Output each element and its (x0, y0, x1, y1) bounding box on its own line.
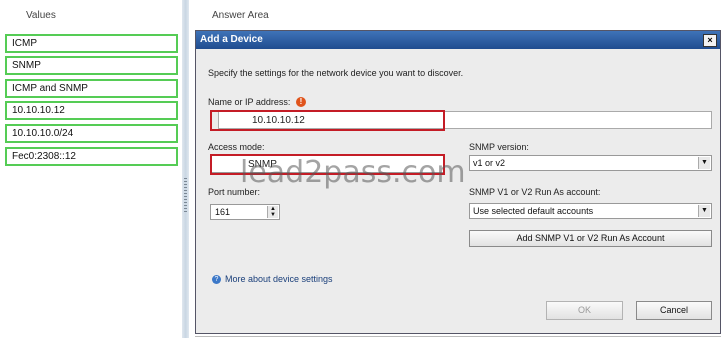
value-item-icmp[interactable]: ICMP (5, 34, 178, 53)
panel-divider[interactable] (182, 0, 189, 338)
answer-area-header: Answer Area (212, 10, 269, 21)
ok-button[interactable]: OK (546, 301, 623, 320)
name-label: Name or IP address: (208, 97, 291, 107)
chevron-down-icon: ▼ (698, 157, 710, 169)
dialog-titlebar: Add a Device × (196, 31, 720, 49)
watermark: lead2pass.com (240, 155, 466, 190)
spinner-arrows-icon[interactable]: ▲ ▼ (267, 206, 278, 218)
value-item-10-10-10-0-24[interactable]: 10.10.10.0/24 (5, 124, 178, 143)
cancel-button[interactable]: Cancel (636, 301, 712, 320)
add-run-as-account-button[interactable]: Add SNMP V1 or V2 Run As Account (469, 230, 712, 247)
snmp-version-select[interactable]: v1 or v2 ▼ (469, 155, 712, 171)
port-value: 161 (215, 207, 231, 217)
warning-icon: ! (296, 97, 306, 107)
value-item-snmp[interactable]: SNMP (5, 56, 178, 75)
access-mode-label: Access mode: (208, 142, 265, 152)
chevron-down-icon: ▼ (698, 205, 710, 217)
help-link[interactable]: More about device settings (225, 274, 333, 284)
bottom-divider (195, 336, 721, 337)
name-value: 10.10.10.12 (252, 115, 305, 126)
name-drop-target[interactable]: 10.10.10.12 (210, 110, 445, 131)
help-icon: ? (212, 275, 221, 284)
dialog-title: Add a Device (200, 34, 263, 45)
divider-grip[interactable] (184, 178, 187, 214)
run-as-value: Use selected default accounts (473, 206, 594, 216)
value-item-10-10-10-12[interactable]: 10.10.10.12 (5, 101, 178, 120)
value-item-icmp-and-snmp[interactable]: ICMP and SNMP (5, 79, 178, 98)
port-number-stepper[interactable]: 161 ▲ ▼ (210, 204, 280, 220)
snmp-version-label: SNMP version: (469, 142, 529, 152)
snmp-version-value: v1 or v2 (473, 158, 506, 168)
value-item-fec0-ipv6[interactable]: Fec0:2308::12 (5, 147, 178, 166)
close-button[interactable]: × (703, 34, 717, 47)
run-as-label: SNMP V1 or V2 Run As account: (469, 187, 601, 197)
run-as-select[interactable]: Use selected default accounts ▼ (469, 203, 712, 219)
intro-text: Specify the settings for the network dev… (208, 68, 464, 78)
values-header: Values (26, 10, 56, 21)
